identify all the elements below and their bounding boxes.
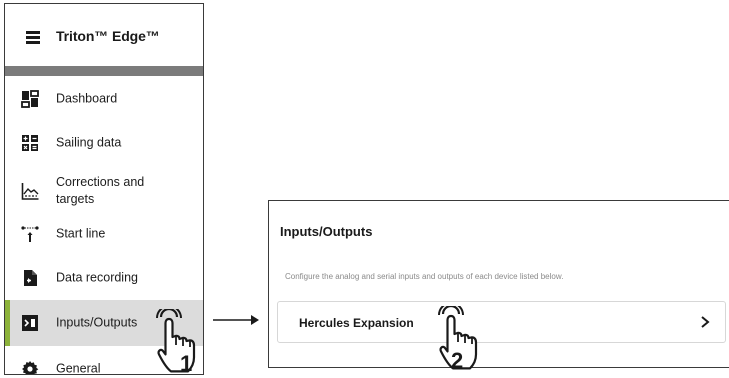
corrections-icon: [21, 183, 39, 200]
sidebar-item-data-recording[interactable]: Data recording: [5, 256, 203, 300]
sidebar-item-corrections-and-targets[interactable]: Corrections and targets: [5, 167, 203, 215]
sidebar-item-sailing-data[interactable]: Sailing data: [5, 121, 203, 165]
sailing-data-icon: [22, 135, 38, 151]
app-title: Triton™ Edge™: [56, 28, 160, 44]
sidebar-item-label: Corrections and targets: [56, 175, 145, 206]
sidebar-item-dashboard[interactable]: Dashboard: [5, 77, 203, 121]
sidebar-header: Triton™ Edge™: [5, 4, 203, 66]
right-arrow-icon: [213, 315, 259, 325]
sidebar-item-label: Data recording: [56, 270, 138, 285]
chevron-right-icon: [701, 316, 710, 328]
step-number-1: 1: [180, 351, 192, 375]
page-title: Inputs/Outputs: [280, 224, 373, 239]
data-recording-icon: [24, 270, 37, 286]
sidebar-divider: [5, 66, 203, 76]
sidebar-item-label: Dashboard: [56, 91, 118, 106]
sidebar-menu: Triton™ Edge™ Dashboard Sailing data Cor…: [4, 3, 204, 375]
step-number-2: 2: [451, 348, 463, 373]
sidebar-item-start-line[interactable]: Start line: [5, 212, 203, 256]
hamburger-menu-icon[interactable]: [26, 31, 40, 44]
inputs-outputs-panel: Inputs/Outputs Configure the analog and …: [268, 200, 729, 373]
page-description: Configure the analog and serial inputs a…: [285, 272, 564, 281]
device-row-hercules-expansion[interactable]: Hercules Expansion: [277, 301, 726, 343]
sidebar-item-label: Start line: [56, 226, 106, 241]
device-name: Hercules Expansion: [299, 316, 414, 330]
dashboard-icon: [21, 90, 39, 108]
start-line-icon: [21, 226, 39, 242]
sidebar-item-label: Sailing data: [56, 135, 122, 150]
pointing-hand-icon: 1: [156, 309, 196, 375]
inputs-outputs-icon: [22, 315, 38, 331]
gear-icon: [22, 361, 39, 374]
pointing-hand-icon: 2: [438, 306, 478, 373]
